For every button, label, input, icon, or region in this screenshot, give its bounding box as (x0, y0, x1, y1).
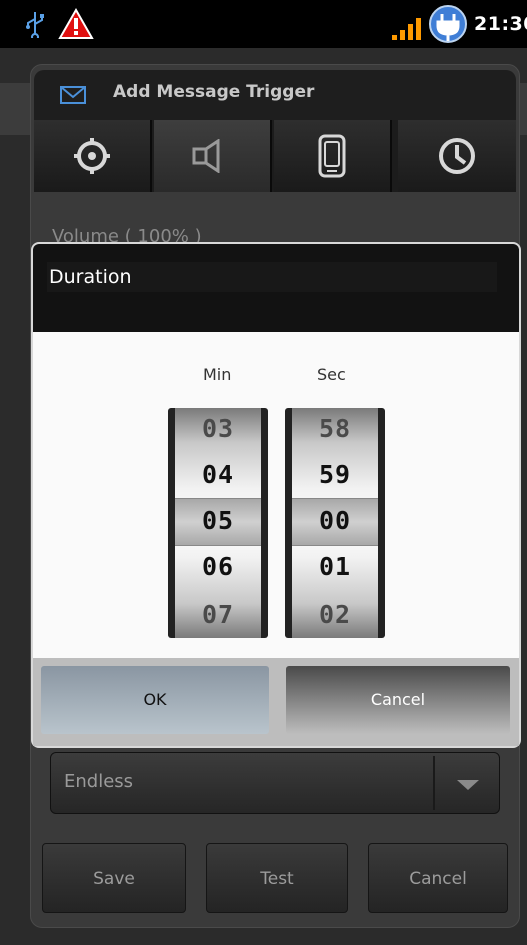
signal-icon (392, 18, 421, 40)
tab-schedule[interactable] (398, 120, 516, 192)
cancel-button[interactable]: Cancel (286, 666, 510, 734)
second-option-selected[interactable]: 00 (285, 506, 385, 535)
sec-label: Sec (317, 365, 346, 384)
minute-option[interactable]: 07 (168, 600, 268, 629)
warning-icon (58, 8, 94, 39)
save-button[interactable]: Save (42, 843, 186, 913)
mail-icon (60, 86, 86, 104)
speaker-icon (192, 139, 220, 173)
second-option[interactable]: 59 (285, 460, 385, 489)
battery-charging-icon (429, 5, 467, 43)
repeat-select-value: Endless (64, 771, 134, 792)
cancel-trigger-button[interactable]: Cancel (368, 843, 508, 913)
dialog-body (33, 332, 519, 660)
second-option[interactable]: 01 (285, 552, 385, 581)
second-wheel[interactable]: 58 59 00 01 02 (285, 408, 385, 638)
gear-icon (74, 138, 110, 174)
tab-settings[interactable] (34, 120, 152, 192)
usb-icon (26, 12, 44, 38)
clock-icon (439, 138, 475, 174)
minute-option[interactable]: 03 (168, 414, 268, 443)
second-option[interactable]: 58 (285, 414, 385, 443)
clock-time: 21:30 (474, 13, 527, 35)
ok-button[interactable]: OK (41, 666, 269, 734)
minute-wheel[interactable]: 03 04 05 06 07 (168, 408, 268, 638)
second-option[interactable]: 02 (285, 600, 385, 629)
trigger-title: Add Message Trigger (113, 82, 315, 102)
minute-option[interactable]: 06 (168, 552, 268, 581)
status-bar: 21:30 (0, 0, 527, 48)
min-label: Min (203, 365, 232, 384)
dialog-footer: OK Cancel (33, 658, 519, 746)
dialog-title: Duration (49, 266, 132, 288)
tab-device[interactable] (274, 120, 392, 192)
tab-sound[interactable] (154, 120, 272, 192)
minute-option-selected[interactable]: 05 (168, 506, 268, 535)
dialog-header: Duration (33, 244, 519, 332)
trigger-tabbar (34, 120, 516, 192)
minute-option[interactable]: 04 (168, 460, 268, 489)
test-button[interactable]: Test (206, 843, 348, 913)
select-divider (433, 756, 435, 810)
chevron-down-icon (457, 780, 479, 790)
phone-icon (318, 134, 346, 178)
